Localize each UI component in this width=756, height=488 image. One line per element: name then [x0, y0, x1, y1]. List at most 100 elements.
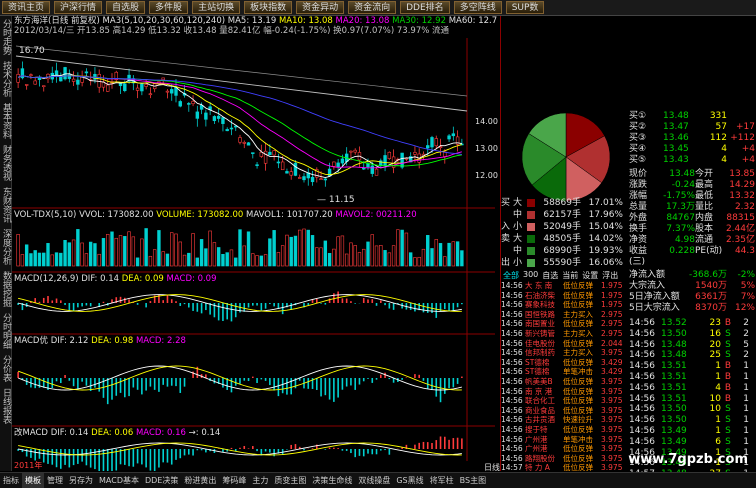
flow-summary-pct: 12% — [734, 303, 755, 313]
top-tab-5[interactable]: 板块指数 — [244, 1, 293, 14]
signal-row[interactable]: 14:56 信邦制药 主力买入 3.975 — [501, 348, 627, 358]
signal-row[interactable]: 14:56 ST德棉 低位反弹 3.429 — [501, 358, 627, 368]
top-tab-2[interactable]: 自选股 — [106, 1, 146, 14]
signal-row[interactable]: 14:56 广州港 低位反弹 3.975 — [501, 444, 627, 454]
bottom-tab-2[interactable]: 管理 — [44, 473, 66, 488]
volume-bar — [285, 234, 289, 267]
flow-vol: 48505手 — [543, 234, 581, 244]
top-tab-9[interactable]: 多空阵线 — [453, 1, 502, 14]
bottom-tab-4[interactable]: MACD基本 — [96, 473, 142, 488]
volume-bar — [242, 245, 246, 267]
top-tab-6[interactable]: 资金异动 — [296, 1, 345, 14]
volume-bar — [280, 245, 285, 267]
kline-chart[interactable] — [12, 16, 495, 471]
flow-pct: 16.06% — [588, 258, 623, 268]
signal-value: 3.975 — [601, 376, 623, 386]
flow-summary-pct: 5% — [740, 281, 755, 291]
bottom-tab-0[interactable]: 指标 — [0, 473, 22, 488]
candle-body — [255, 164, 259, 166]
signal-value: 3.975 — [601, 424, 623, 434]
bottom-tab-11[interactable]: 双线操盘 — [355, 473, 393, 488]
left-nav: 分时走势 技术分析 基本资料 财务透视 东财资讯 深度分析 数据挖掘 分时明细 分价表 日线报表 — [0, 16, 12, 471]
right-panel: 买① 13.48 331 买② 13.47 57 +17 买③ 13.46 112 +112 买④ 13… — [500, 16, 756, 482]
tick-vol: 4 — [715, 382, 721, 393]
filter-tab-5[interactable]: 浮出 — [600, 270, 620, 281]
buy-level-label: 买③ — [629, 133, 647, 143]
quote-cell: 13.48 — [669, 169, 695, 179]
candle-body — [191, 100, 195, 105]
candle-body — [259, 151, 264, 157]
buy-level-label: 买② — [629, 122, 647, 132]
signal-row[interactable]: 14:56 大 东 南 低位反弹 1.975 — [501, 281, 627, 291]
flow-vol: 55590手 — [543, 258, 581, 268]
signal-row[interactable]: 14:56 南国置业 低位反弹 2.975 — [501, 319, 627, 329]
buy-level-price: 13.43 — [663, 155, 689, 165]
quote-cell: 净资 — [629, 235, 648, 245]
top-tab-10[interactable]: SUP数 — [505, 1, 545, 14]
bottom-tab-1[interactable]: 模板 — [22, 473, 44, 488]
filter-tab-2[interactable]: 自选 — [540, 270, 560, 281]
tick-flag: S — [725, 436, 731, 447]
filter-tab-3[interactable]: 当前 — [560, 270, 580, 281]
signal-row[interactable]: 14:56 国恒铁路 主力买入 2.975 — [501, 310, 627, 320]
volume-bar — [251, 253, 255, 267]
signal-list[interactable]: 14:56 大 东 南低位反弹 1.975 14:56 石油济柴 低位反弹 1.975 14:… — [501, 281, 627, 482]
bottom-tab-9[interactable]: 质变主图 — [271, 473, 309, 488]
signal-row[interactable]: 14:56 帆美美B 低位反弹 3.975 — [501, 377, 627, 387]
signal-time: 14:56 — [501, 405, 523, 415]
volume-bar — [306, 229, 310, 267]
signal-row[interactable]: 14:56 古井贡酒 快速拉升 3.975 — [501, 415, 627, 425]
volume-bar — [71, 239, 76, 267]
macd1-macd: MACD: 0.09 — [166, 274, 217, 284]
signal-row[interactable]: 14:56 路翔股份 低位反弹 3.975 — [501, 454, 627, 464]
quote-cell: 流通 — [695, 235, 714, 245]
tick-time: 14:56 — [629, 393, 655, 404]
filter-tab-0[interactable]: 全部 — [501, 270, 521, 281]
bottom-tab-7[interactable]: 筹码峰 — [219, 473, 249, 488]
volume-bar — [29, 253, 33, 267]
signal-stock: 商业食品 — [525, 405, 555, 415]
signal-row[interactable]: 14:56 石油济柴 低位反弹 1.975 — [501, 291, 627, 301]
tick-time: 14:56 — [629, 361, 655, 372]
volume-bar — [366, 241, 370, 267]
bottom-tab-14[interactable]: BS主图 — [457, 473, 489, 488]
macd1-header: MACD(12,26,9) DIF: 0.14 DEA: 0.09 MACD: … — [14, 274, 217, 284]
top-tab-7[interactable]: 资金流向 — [348, 1, 397, 14]
signal-stock: 路翔股份 — [525, 453, 555, 463]
signal-row[interactable]: 14:56 广州港 单笔冲击 3.975 — [501, 435, 627, 445]
top-tab-4[interactable]: 主站切换 — [192, 1, 241, 14]
tick-count: 1 — [743, 436, 749, 447]
top-tab-8[interactable]: DDE排名 — [400, 1, 450, 14]
tick-flag: S — [725, 425, 731, 436]
signal-row[interactable]: 14:56 搜于特 低位反弹 3.975 — [501, 425, 627, 435]
volume-bar — [408, 252, 413, 267]
signal-type: 低位反弹 — [563, 453, 593, 463]
signal-row[interactable]: 14:56 佳电股份 低位反弹 2.044 — [501, 339, 627, 349]
top-tab-0[interactable]: 资讯主页 — [2, 1, 51, 14]
bottom-tab-5[interactable]: DDE决策 — [142, 473, 181, 488]
volume-bar — [178, 241, 182, 267]
signal-value: 3.975 — [601, 396, 623, 406]
bottom-tab-10[interactable]: 决策生命线 — [309, 473, 355, 488]
signal-row[interactable]: 14:56 ST德棉 单笔冲击 3.429 — [501, 367, 627, 377]
signal-row[interactable]: 14:56 南 京 港低位反弹 3.975 — [501, 387, 627, 397]
signal-row[interactable]: 14:56 赛象科技 低位反弹 1.975 — [501, 300, 627, 310]
signal-row[interactable]: 14:56 新兴铸管 主力买入 2.975 — [501, 329, 627, 339]
signal-row[interactable]: 14:56 联合化工 低位反弹 3.975 — [501, 396, 627, 406]
filter-tab-1[interactable]: 300 — [521, 270, 540, 281]
chart-area[interactable]: 东方海洋(日线 前复权) MA3(5,10,20,30,60,120,240) … — [12, 16, 500, 472]
top-tab-1[interactable]: 沪深行情 — [54, 1, 103, 14]
filter-tab-4[interactable]: 设置 — [580, 270, 600, 281]
bottom-tab-12[interactable]: GS黑线 — [393, 473, 426, 488]
candle-body — [383, 155, 387, 166]
tick-count: 2 — [743, 318, 749, 328]
tick-time: 14:56 — [629, 404, 655, 415]
buy-level-row: 买④ 13.45 4 +4 — [629, 144, 755, 155]
bottom-tab-6[interactable]: 粉进黄出 — [181, 473, 219, 488]
signal-row[interactable]: 14:56 商业食品 低位反弹 3.975 — [501, 406, 627, 416]
bottom-tab-8[interactable]: 主力 — [249, 473, 271, 488]
volume-bar — [370, 234, 374, 267]
bottom-tab-3[interactable]: 另存为 — [66, 473, 96, 488]
top-tab-3[interactable]: 多件股 — [149, 1, 189, 14]
bottom-tab-13[interactable]: 将军柱 — [427, 473, 457, 488]
